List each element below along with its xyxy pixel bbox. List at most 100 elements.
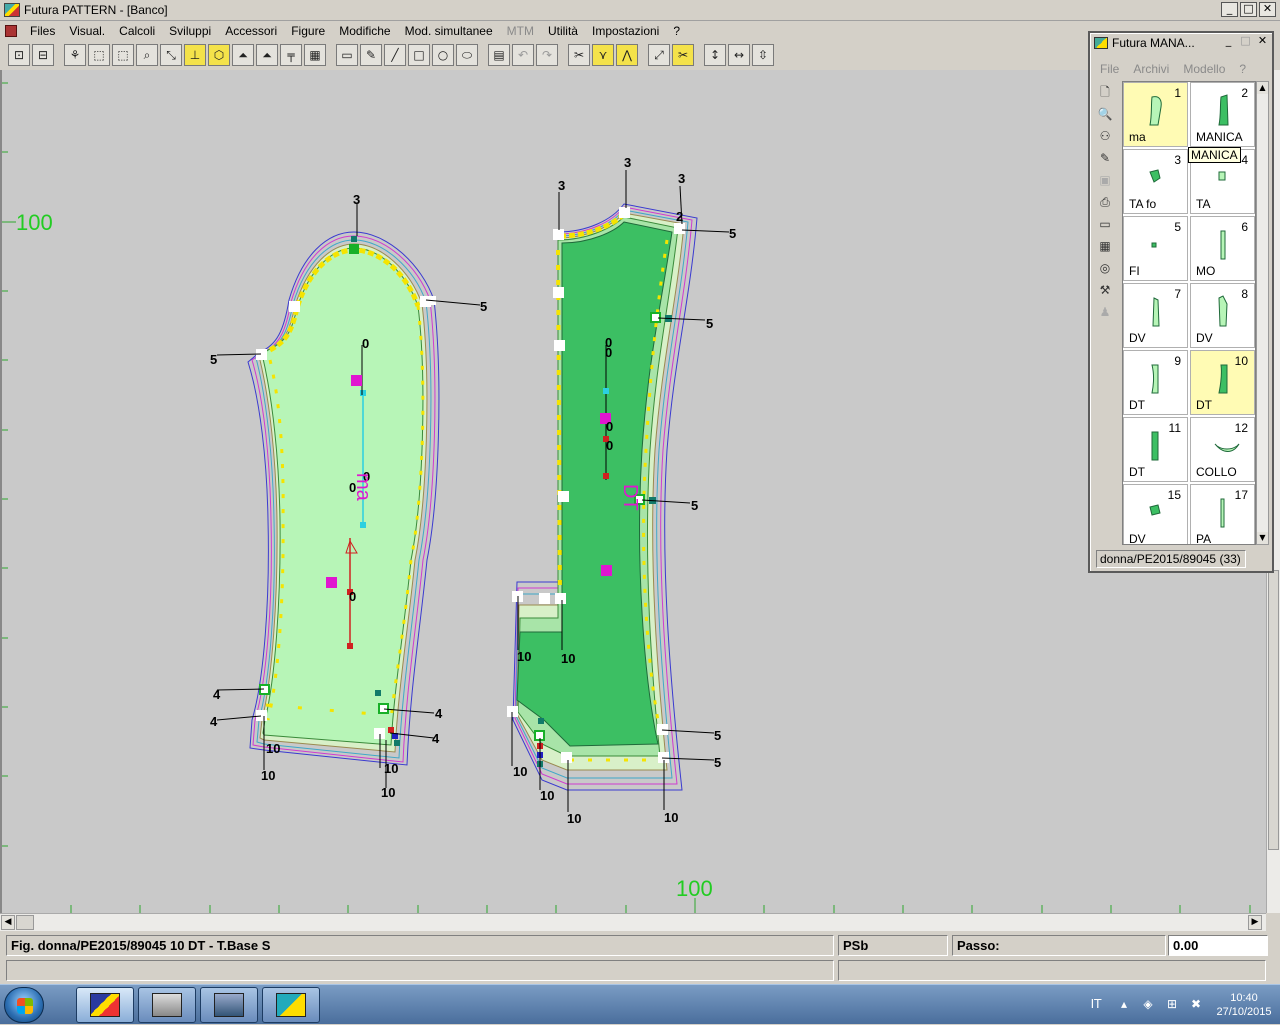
- measure-icon[interactable]: ⤢: [648, 44, 670, 66]
- model-menu-archivi[interactable]: Archivi: [1133, 62, 1169, 76]
- width-icon[interactable]: ↔: [728, 44, 750, 66]
- pattern-piece-ma[interactable]: [216, 204, 481, 788]
- select-rect-icon[interactable]: ⬚: [88, 44, 110, 66]
- menu-modifiche[interactable]: Modifiche: [332, 24, 397, 38]
- open-icon[interactable]: ⊡: [8, 44, 30, 66]
- model-piece-cell[interactable]: 2 MANICA: [1190, 82, 1255, 147]
- model-piece-cell[interactable]: 8 DV: [1190, 283, 1255, 348]
- menu-utilita[interactable]: Utilità: [541, 24, 585, 38]
- menu-accessori[interactable]: Accessori: [218, 24, 284, 38]
- scroll-left-arrow-icon[interactable]: ◀: [1, 915, 15, 930]
- zoom-icon[interactable]: ⌕: [136, 44, 158, 66]
- taskbar-app-plotter[interactable]: [138, 987, 196, 1023]
- edit-tools-icon[interactable]: ⚒: [1096, 281, 1114, 299]
- scroll-up-arrow-icon[interactable]: ▲: [1257, 82, 1268, 94]
- model-piece-cell[interactable]: 6 MO: [1190, 216, 1255, 281]
- height-icon[interactable]: ↕: [704, 44, 726, 66]
- model-piece-cell[interactable]: 3 TA fo: [1123, 149, 1188, 214]
- model-grid-scrollbar[interactable]: ▲ ▼: [1256, 81, 1269, 545]
- pleat-icon[interactable]: ⋎: [592, 44, 614, 66]
- model-menu-help[interactable]: ?: [1239, 62, 1246, 76]
- model-menu-modello[interactable]: Modello: [1183, 62, 1225, 76]
- model-maximize-button[interactable]: □: [1238, 35, 1253, 49]
- cut-icon[interactable]: ✂: [672, 44, 694, 66]
- find-image-icon[interactable]: 🔍: [1096, 105, 1114, 123]
- model-piece-cell[interactable]: 17 PA: [1190, 484, 1255, 544]
- scroll-right-arrow-icon[interactable]: ▶: [1248, 915, 1262, 930]
- save-icon[interactable]: ⊟: [32, 44, 54, 66]
- layers-red-icon[interactable]: ⏶: [256, 44, 278, 66]
- maximize-button[interactable]: □: [1240, 2, 1257, 17]
- minimize-button[interactable]: _: [1221, 2, 1238, 17]
- layers-icon[interactable]: ⏶: [232, 44, 254, 66]
- rect-icon[interactable]: □: [408, 44, 430, 66]
- move-point-icon[interactable]: ⤡: [160, 44, 182, 66]
- start-button[interactable]: [4, 987, 44, 1023]
- model-window-titlebar[interactable]: Futura MANA... _ □ ✕: [1090, 33, 1272, 53]
- network-error-icon[interactable]: ✖: [1188, 997, 1204, 1013]
- vertical-scroll-thumb[interactable]: [1268, 570, 1279, 850]
- model-piece-cell[interactable]: 1 ma: [1123, 82, 1188, 147]
- model-piece-cell[interactable]: 10 DT: [1190, 350, 1255, 415]
- model-piece-cell[interactable]: 12 COLLO: [1190, 417, 1255, 482]
- scroll-down-arrow-icon[interactable]: ▼: [1257, 532, 1268, 544]
- document-menu-icon[interactable]: [5, 24, 17, 37]
- pattern-piece-dt[interactable]: [507, 170, 730, 812]
- tape-icon[interactable]: ✂: [568, 44, 590, 66]
- model-menu-file[interactable]: File: [1100, 62, 1119, 76]
- menu-calcoli[interactable]: Calcoli: [112, 24, 162, 38]
- taskbar-app-pattern[interactable]: [76, 987, 134, 1023]
- info-circle-icon[interactable]: ◎: [1096, 259, 1114, 277]
- close-button[interactable]: ✕: [1259, 2, 1276, 17]
- piece-thumbnail-icon: [1146, 227, 1166, 266]
- menu-files[interactable]: Files: [23, 24, 62, 38]
- page-icon[interactable]: ▤: [488, 44, 510, 66]
- pen-icon[interactable]: ✎: [360, 44, 382, 66]
- model-piece-cell[interactable]: 11 DT: [1123, 417, 1188, 482]
- menu-impostazioni[interactable]: Impostazioni: [585, 24, 666, 38]
- tray-expand-icon[interactable]: ▴: [1116, 997, 1132, 1013]
- model-piece-cell[interactable]: 7 DV: [1123, 283, 1188, 348]
- redo-icon: ↷: [536, 44, 558, 66]
- model-piece-cell[interactable]: 15 DV: [1123, 484, 1188, 544]
- menu-mod-simultanee[interactable]: Mod. simultanee: [398, 24, 500, 38]
- new-page-icon[interactable]: 🗋: [1096, 83, 1114, 101]
- folder-icon[interactable]: ▭: [1096, 215, 1114, 233]
- select-dash-icon[interactable]: ⬚: [112, 44, 134, 66]
- taskbar-app-editor[interactable]: [262, 987, 320, 1023]
- windows-flag-icon[interactable]: ⊞: [1164, 997, 1180, 1013]
- binoculars-icon[interactable]: ⚇: [1096, 127, 1114, 145]
- ruler-icon[interactable]: ╤: [280, 44, 302, 66]
- model-piece-cell[interactable]: 5 FI: [1123, 216, 1188, 281]
- menu-figure[interactable]: Figure: [284, 24, 332, 38]
- canvas-horizontal-scrollbar[interactable]: ◀ ▶: [0, 913, 1266, 931]
- menu-sviluppi[interactable]: Sviluppi: [162, 24, 218, 38]
- print-icon[interactable]: ⎙: [1096, 193, 1114, 211]
- security-shield-icon[interactable]: ◈: [1140, 997, 1156, 1013]
- model-minimize-button[interactable]: _: [1221, 35, 1236, 49]
- tuck-icon[interactable]: ⋀: [616, 44, 638, 66]
- line-icon[interactable]: ╱: [384, 44, 406, 66]
- shape-icon[interactable]: ⬡: [208, 44, 230, 66]
- ruler-edit-icon[interactable]: ✎: [1096, 149, 1114, 167]
- clock-time: 10:40: [1230, 992, 1258, 1004]
- menu-visual[interactable]: Visual.: [62, 24, 112, 38]
- passo-input[interactable]: 0.00: [1168, 935, 1268, 956]
- clock[interactable]: 10:40 27/10/2015: [1208, 991, 1280, 1019]
- monitor-icon[interactable]: ▭: [336, 44, 358, 66]
- depth-icon[interactable]: ⇳: [752, 44, 774, 66]
- horizontal-scroll-thumb[interactable]: [16, 915, 34, 930]
- model-window[interactable]: Futura MANA... _ □ ✕ File Archivi Modell…: [1088, 31, 1274, 573]
- language-indicator[interactable]: IT: [1084, 997, 1108, 1013]
- grid-icon[interactable]: ▦: [304, 44, 326, 66]
- model-close-button[interactable]: ✕: [1255, 35, 1270, 49]
- layout-icon[interactable]: ▦: [1096, 237, 1114, 255]
- stamp-icon[interactable]: ⊥: [184, 44, 206, 66]
- model-piece-cell[interactable]: 9 DT: [1123, 350, 1188, 415]
- circle-icon[interactable]: ○: [432, 44, 454, 66]
- taskbar-app-digitizer[interactable]: [200, 987, 258, 1023]
- menu-help[interactable]: ?: [666, 24, 687, 38]
- pattern-canvas[interactable]: 100 100 3 5 5 0 0 0 0 4 4 4 4 10 10 10 1…: [0, 70, 1266, 913]
- ellipse-icon[interactable]: ⬭: [456, 44, 478, 66]
- fan-icon[interactable]: ⚘: [64, 44, 86, 66]
